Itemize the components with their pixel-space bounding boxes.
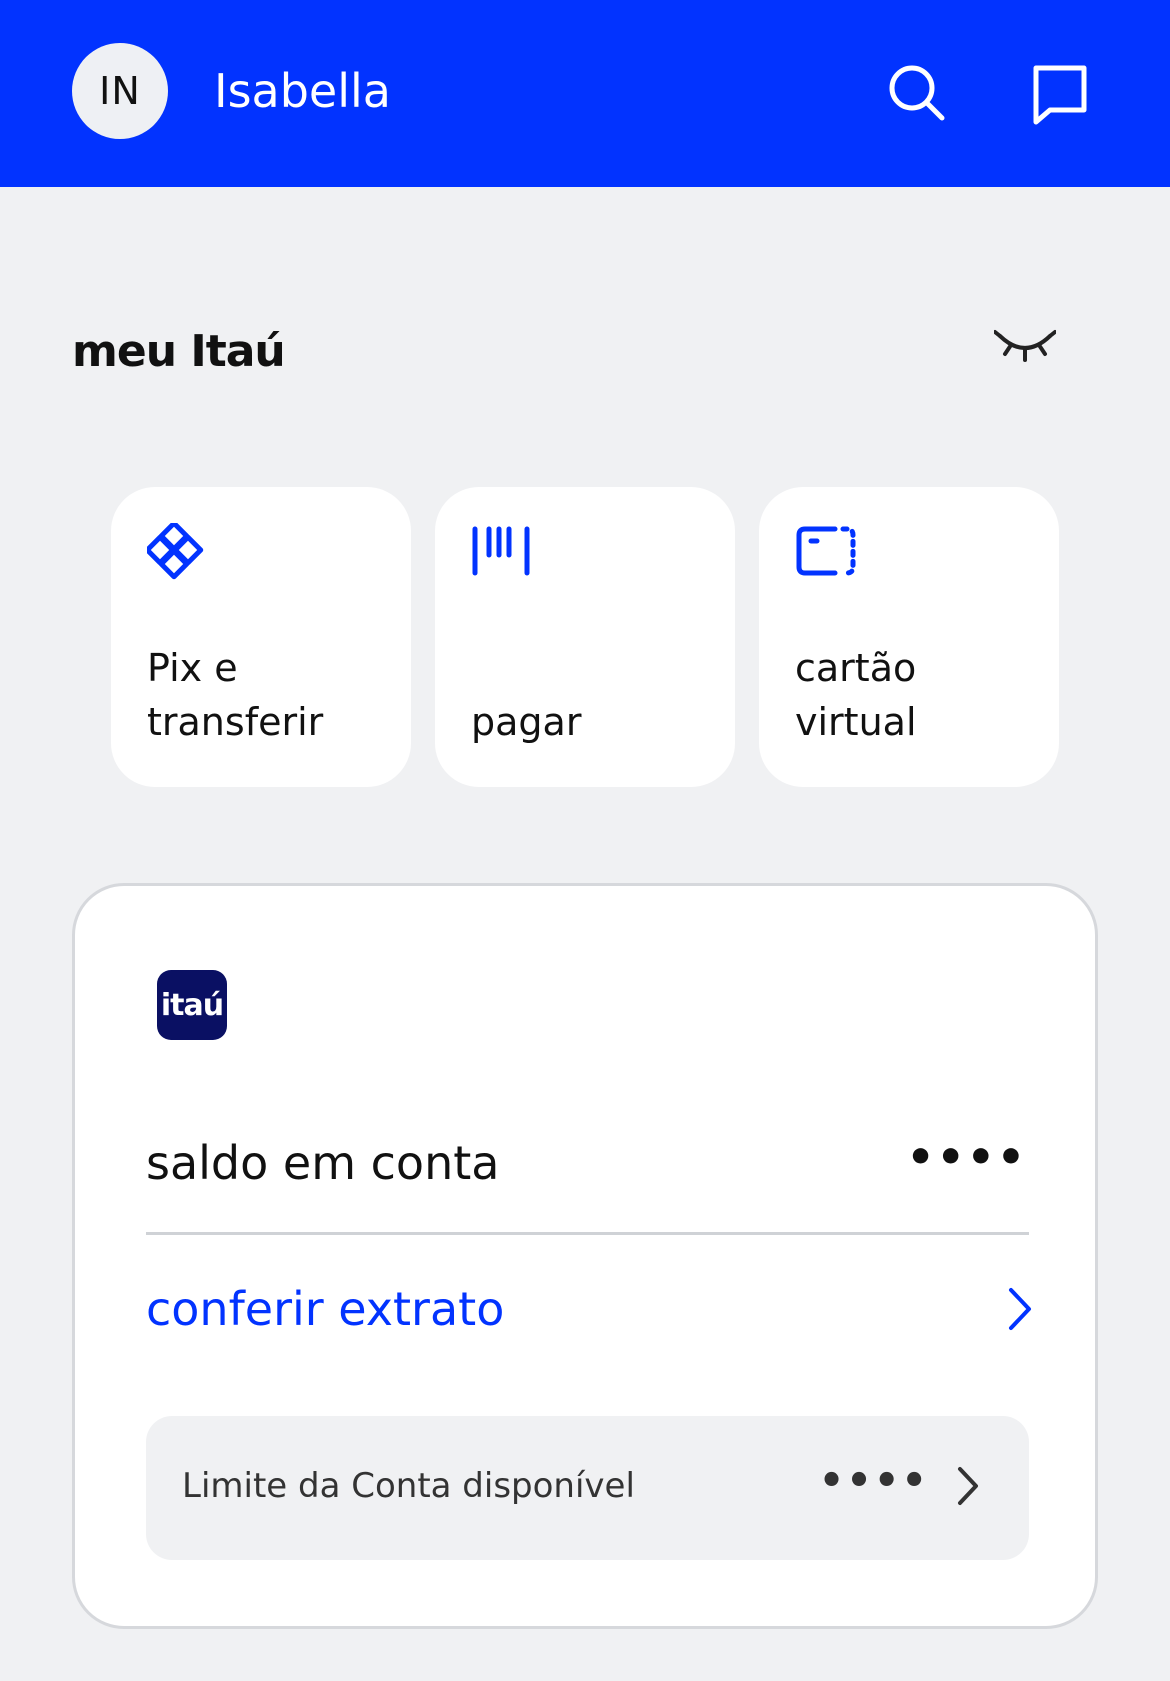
quick-action-label: cartão virtual (795, 641, 1039, 749)
section-title: meu Itaú (72, 326, 286, 377)
search-icon (889, 65, 945, 121)
toggle-visibility-button[interactable] (993, 326, 1057, 366)
account-limit-row[interactable]: Limite da Conta disponível •••• (146, 1416, 1029, 1560)
eye-closed-icon (993, 330, 1057, 362)
balance-label: saldo em conta (146, 1136, 500, 1190)
limit-value-hidden: •••• (818, 1458, 929, 1504)
pix-icon (147, 523, 204, 580)
pix-transfer-button[interactable]: Pix e transferir (111, 487, 411, 787)
messages-button[interactable] (1028, 60, 1094, 126)
virtual-card-icon (796, 526, 856, 576)
search-button[interactable] (884, 60, 950, 126)
virtual-card-button[interactable]: cartão virtual (759, 487, 1059, 787)
divider (146, 1232, 1029, 1235)
quick-action-label-line2: transferir (147, 700, 324, 744)
chevron-right-icon (958, 1467, 978, 1505)
quick-action-label-line1: Pix e (147, 646, 238, 690)
barcode-icon (472, 526, 530, 576)
quick-action-label-line2: pagar (471, 700, 582, 744)
quick-action-label-line1: cartão (795, 646, 917, 690)
quick-action-label: pagar (471, 695, 715, 749)
app-header: IN Isabella (0, 0, 1170, 187)
itau-logo: itaú (157, 970, 227, 1040)
pay-button[interactable]: pagar (435, 487, 735, 787)
account-card: itaú saldo em conta •••• conferir extrat… (72, 883, 1098, 1629)
limit-label: Limite da Conta disponível (182, 1466, 635, 1506)
avatar-initials: IN (99, 69, 141, 113)
view-statement-link[interactable]: conferir extrato (146, 1282, 504, 1336)
user-name[interactable]: Isabella (214, 64, 391, 118)
chevron-right-icon[interactable] (1005, 1284, 1035, 1334)
avatar[interactable]: IN (72, 43, 168, 139)
quick-action-label: Pix e transferir (147, 641, 391, 749)
quick-action-label-line2: virtual (795, 700, 917, 744)
logo-text: itaú (160, 987, 224, 1023)
balance-value-hidden: •••• (906, 1132, 1027, 1183)
chat-icon (1033, 65, 1087, 125)
